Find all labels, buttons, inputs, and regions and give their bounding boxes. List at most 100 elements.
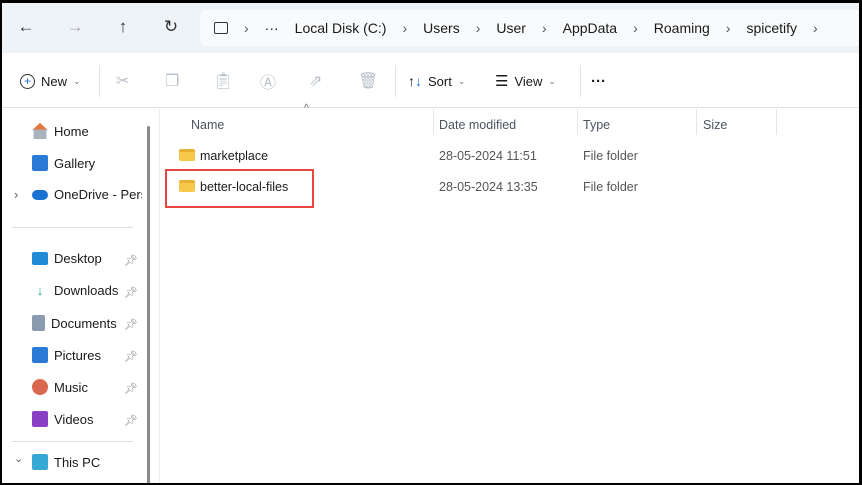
column-separator[interactable] xyxy=(577,109,578,135)
breadcrumb-appdata[interactable]: AppData xyxy=(563,20,617,36)
chevron-right-icon[interactable]: › xyxy=(244,20,249,36)
command-bar: + New ⌄ ✂ ❐ 📋︎ Ⓐ ⇗ 🗑︎ ↑↓ Sort ⌄ ☰ View ⌄ ··… xyxy=(2,53,859,108)
file-type: File folder xyxy=(583,180,638,194)
column-separator[interactable] xyxy=(776,109,777,135)
list-view-icon: ☰ xyxy=(495,73,509,90)
music-icon xyxy=(32,379,48,395)
divider xyxy=(12,227,133,228)
documents-icon xyxy=(32,315,45,331)
sidebar-item-desktop[interactable]: Desktop xyxy=(32,251,102,266)
sidebar-item-home[interactable]: Home xyxy=(32,123,89,139)
column-header-size[interactable]: Size xyxy=(703,118,727,132)
back-button[interactable]: ← xyxy=(14,15,38,39)
breadcrumb[interactable]: › ··· Local Disk (C:) › Users › User › A… xyxy=(200,10,859,46)
forward-button[interactable]: → xyxy=(63,15,87,39)
pin-icon[interactable]: 📌︎ xyxy=(124,350,138,363)
chevron-right-icon[interactable]: › xyxy=(813,20,818,36)
column-separator[interactable] xyxy=(433,109,434,135)
new-label: New xyxy=(41,73,68,89)
chevron-right-icon[interactable]: › xyxy=(542,20,547,36)
delete-button[interactable]: 🗑︎ xyxy=(358,69,378,93)
sort-label: Sort xyxy=(428,73,452,89)
sidebar-item-gallery[interactable]: Gallery xyxy=(32,155,95,171)
divider xyxy=(99,65,100,97)
sort-ascending-icon: ^ xyxy=(304,103,309,114)
scissors-icon: ✂ xyxy=(116,73,130,90)
navigation-bar: ← → ↑ ↻ › ··· Local Disk (C:) › Users › … xyxy=(2,3,859,53)
more-options-button[interactable]: ··· xyxy=(591,69,606,93)
pin-icon[interactable]: 📌︎ xyxy=(124,382,138,395)
refresh-button[interactable]: ↻ xyxy=(159,15,183,39)
chevron-right-icon[interactable]: › xyxy=(726,20,731,36)
home-icon xyxy=(32,123,48,139)
sidebar-item-documents[interactable]: Documents xyxy=(32,315,117,331)
collapse-chevron-icon[interactable]: ⌄ xyxy=(14,452,23,465)
chevron-down-icon: ⌄ xyxy=(548,75,556,86)
clipboard-icon: 📋︎ xyxy=(213,73,234,90)
sidebar-item-label: OneDrive - Perso xyxy=(54,187,142,202)
navigation-pane: Home Gallery › OneDrive - Perso Desktop … xyxy=(2,109,150,483)
breadcrumb-roaming[interactable]: Roaming xyxy=(654,20,710,36)
share-button[interactable]: ⇗ xyxy=(309,69,322,93)
chevron-right-icon[interactable]: › xyxy=(476,20,481,36)
sidebar-item-this-pc[interactable]: This PC xyxy=(32,454,100,470)
copy-icon: ❐ xyxy=(165,73,180,90)
sidebar-item-onedrive[interactable]: OneDrive - Perso xyxy=(32,187,142,202)
sidebar-item-music[interactable]: Music xyxy=(32,379,88,395)
pin-icon[interactable]: 📌︎ xyxy=(124,318,138,331)
file-type: File folder xyxy=(583,149,638,163)
up-button[interactable]: ↑ xyxy=(111,15,135,39)
column-header-date[interactable]: Date modified xyxy=(439,118,516,132)
new-button[interactable]: + New ⌄ xyxy=(20,69,81,93)
file-date: 28-05-2024 13:35 xyxy=(439,180,538,194)
divider xyxy=(395,65,396,97)
rename-icon: Ⓐ xyxy=(260,75,277,92)
pictures-icon xyxy=(32,347,48,363)
sidebar-item-label: Pictures xyxy=(54,347,101,363)
column-header-name[interactable]: Name xyxy=(191,118,224,132)
pin-icon[interactable]: 📌︎ xyxy=(124,286,138,299)
sidebar-item-label: Downloads xyxy=(54,283,119,298)
sidebar-item-pictures[interactable]: Pictures xyxy=(32,347,101,363)
chevron-right-icon[interactable]: › xyxy=(402,20,407,36)
folder-icon xyxy=(179,149,195,161)
breadcrumb-users[interactable]: Users xyxy=(423,20,460,36)
breadcrumb-spicetify[interactable]: spicetify xyxy=(746,20,797,36)
view-button[interactable]: ☰ View ⌄ xyxy=(495,69,556,93)
share-icon: ⇗ xyxy=(309,73,323,90)
sidebar-item-label: Desktop xyxy=(54,251,102,266)
chevron-down-icon: ⌄ xyxy=(73,75,81,86)
sort-button[interactable]: ↑↓ Sort ⌄ xyxy=(408,69,465,93)
this-pc-icon[interactable] xyxy=(214,22,228,34)
divider xyxy=(12,441,133,442)
column-header-type[interactable]: Type xyxy=(583,118,610,132)
sidebar-item-videos[interactable]: Videos xyxy=(32,411,94,427)
file-explorer-window: ← → ↑ ↻ › ··· Local Disk (C:) › Users › … xyxy=(2,3,859,483)
sidebar-item-label: Gallery xyxy=(54,155,96,171)
chevron-right-icon[interactable]: › xyxy=(633,20,638,36)
pin-icon[interactable]: 📌︎ xyxy=(124,254,138,267)
cut-button[interactable]: ✂ xyxy=(116,69,129,93)
sidebar-item-label: Videos xyxy=(54,411,94,427)
file-date: 28-05-2024 11:51 xyxy=(439,149,537,163)
copy-button[interactable]: ❐ xyxy=(165,69,179,93)
breadcrumb-local-disk[interactable]: Local Disk (C:) xyxy=(295,20,387,36)
file-list: ^ Name Date modified Type Size marketpla… xyxy=(159,103,859,483)
highlight-box xyxy=(165,169,314,208)
breadcrumb-more[interactable]: ··· xyxy=(265,20,279,36)
paste-button[interactable]: 📋︎ xyxy=(213,69,233,93)
expand-chevron-icon[interactable]: › xyxy=(14,187,18,202)
chevron-down-icon: ⌄ xyxy=(457,75,466,86)
breadcrumb-user[interactable]: User xyxy=(496,20,526,36)
sidebar-item-downloads[interactable]: ↓ Downloads xyxy=(32,283,119,298)
file-row[interactable]: marketplace 28-05-2024 11:51 File folder xyxy=(160,141,859,171)
view-label: View xyxy=(514,73,543,89)
rename-button[interactable]: Ⓐ xyxy=(260,69,276,93)
column-separator[interactable] xyxy=(696,109,697,135)
this-pc-icon xyxy=(32,454,48,470)
cloud-icon xyxy=(32,189,48,200)
divider xyxy=(580,65,581,97)
pin-icon[interactable]: 📌︎ xyxy=(124,414,138,427)
sidebar-scrollbar[interactable] xyxy=(147,126,150,483)
videos-icon xyxy=(32,411,48,427)
